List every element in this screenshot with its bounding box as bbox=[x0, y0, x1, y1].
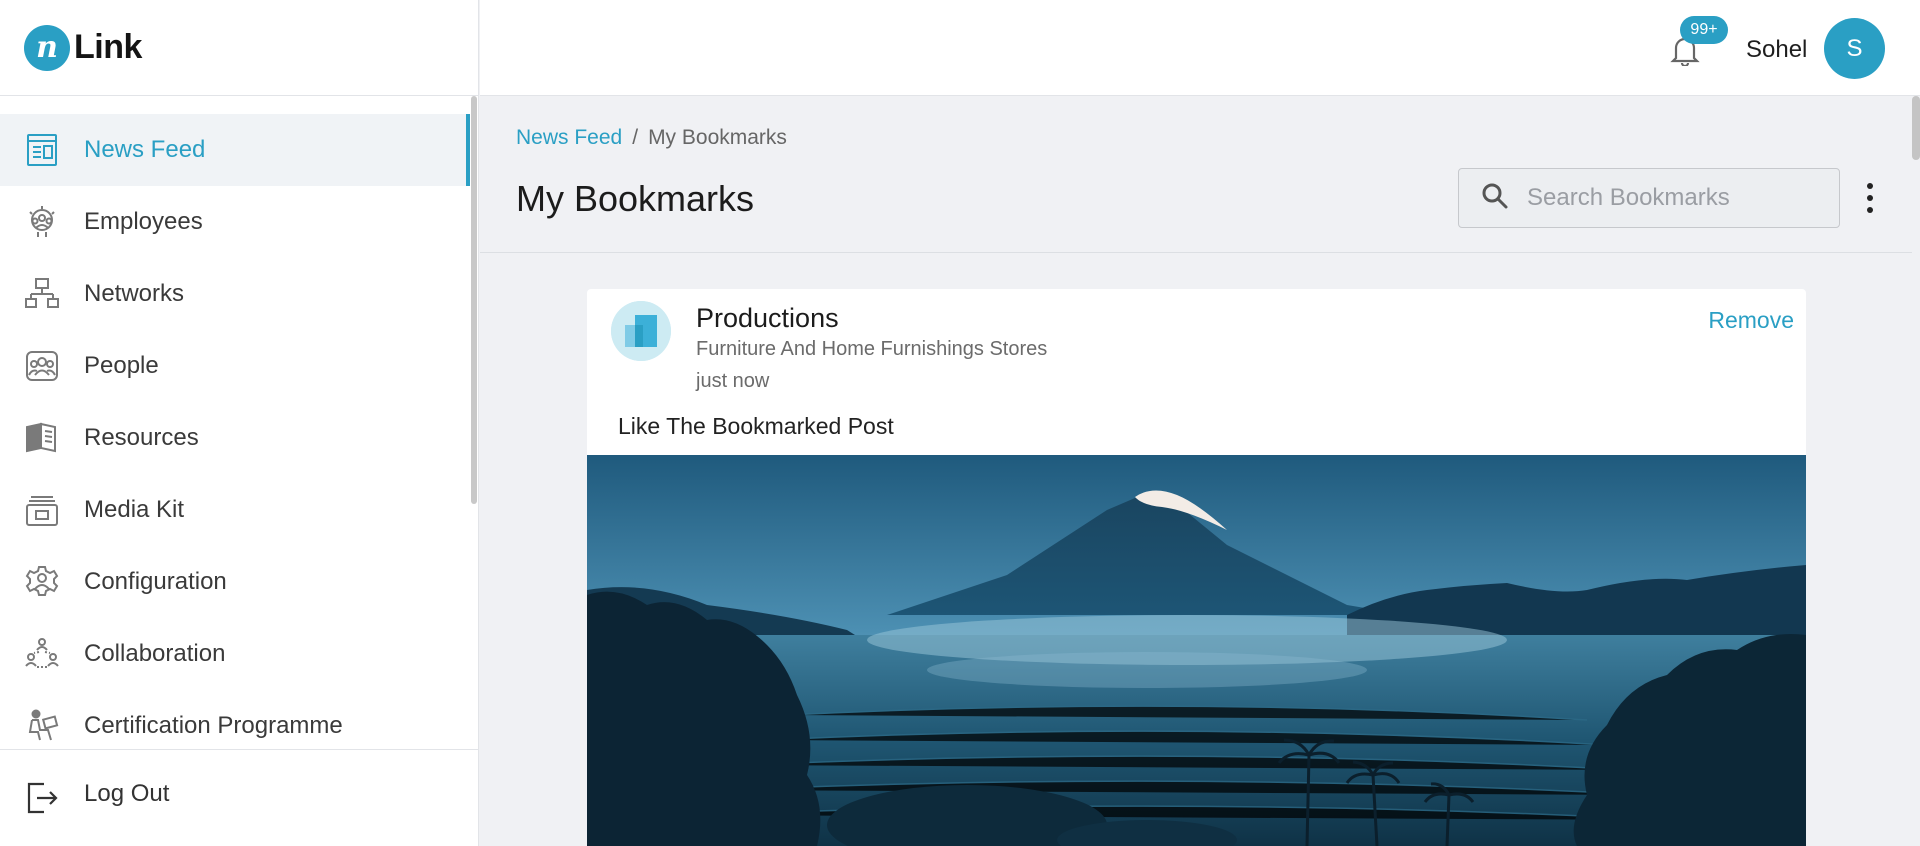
post-image[interactable] bbox=[587, 455, 1806, 846]
sidebar-item-news-feed[interactable]: News Feed bbox=[0, 114, 470, 186]
certification-icon bbox=[24, 708, 60, 744]
sidebar-item-configuration[interactable]: Configuration bbox=[0, 546, 470, 618]
sidebar-item-label: Configuration bbox=[84, 568, 227, 595]
sidebar-item-people[interactable]: People bbox=[0, 330, 470, 402]
post-time: just now bbox=[696, 370, 770, 392]
networks-icon bbox=[24, 276, 60, 312]
sidebar-item-resources[interactable]: Resources bbox=[0, 402, 470, 474]
header-divider bbox=[480, 252, 1912, 253]
logo-mark: n bbox=[24, 24, 70, 71]
username[interactable]: Sohel bbox=[1746, 36, 1807, 64]
search-box[interactable] bbox=[1458, 168, 1840, 228]
search-icon bbox=[1481, 182, 1509, 215]
gear-icon bbox=[24, 564, 60, 600]
sidebar-item-label: Certification Programme bbox=[84, 712, 343, 739]
page-title: My Bookmarks bbox=[516, 178, 755, 219]
logout-button[interactable]: Log Out bbox=[0, 749, 478, 846]
notification-badge: 99+ bbox=[1680, 16, 1728, 44]
logo-text: Link bbox=[74, 28, 142, 66]
search-input[interactable] bbox=[1527, 184, 1827, 212]
breadcrumb: News Feed / My Bookmarks bbox=[516, 126, 787, 150]
sidebar-item-label: Resources bbox=[84, 424, 199, 451]
sidebar-scrollbar[interactable] bbox=[471, 96, 477, 504]
sidebar-item-employees[interactable]: Employees bbox=[0, 186, 470, 258]
news-feed-icon bbox=[24, 132, 60, 168]
logout-icon bbox=[24, 780, 60, 816]
sidebar-item-label: Networks bbox=[84, 280, 185, 307]
sidebar-item-label: Media Kit bbox=[84, 496, 185, 523]
resources-icon bbox=[24, 420, 60, 456]
org-name[interactable]: Productions bbox=[696, 303, 839, 334]
people-icon bbox=[24, 348, 60, 384]
media-kit-icon bbox=[24, 492, 60, 528]
breadcrumb-separator: / bbox=[632, 126, 639, 149]
main-scrollbar[interactable] bbox=[1912, 96, 1920, 160]
breadcrumb-current: My Bookmarks bbox=[648, 126, 787, 149]
sidebar-item-label: News Feed bbox=[84, 136, 206, 163]
sidebar-item-label: Employees bbox=[84, 208, 203, 235]
logout-label: Log Out bbox=[84, 780, 170, 807]
top-bar: 99+ Sohel S bbox=[480, 0, 1920, 96]
sidebar: n Link News Feed Employees Networks Peop… bbox=[0, 0, 479, 846]
post-text: Like The Bookmarked Post bbox=[618, 413, 894, 439]
collaboration-icon bbox=[24, 636, 60, 672]
sidebar-item-label: People bbox=[84, 352, 159, 379]
logo[interactable]: n Link bbox=[0, 0, 478, 96]
org-logo[interactable] bbox=[611, 301, 671, 361]
bookmark-card: Productions Furniture And Home Furnishin… bbox=[587, 289, 1806, 846]
more-options-icon[interactable] bbox=[1862, 183, 1878, 213]
avatar[interactable]: S bbox=[1824, 18, 1885, 79]
sidebar-item-networks[interactable]: Networks bbox=[0, 258, 470, 330]
remove-bookmark-button[interactable]: Remove bbox=[1708, 307, 1794, 334]
org-industry: Furniture And Home Furnishings Stores bbox=[696, 338, 1048, 360]
sidebar-item-collaboration[interactable]: Collaboration bbox=[0, 618, 470, 690]
sidebar-nav: News Feed Employees Networks People Reso… bbox=[0, 114, 470, 762]
sidebar-item-label: Collaboration bbox=[84, 640, 226, 667]
sidebar-item-media-kit[interactable]: Media Kit bbox=[0, 474, 470, 546]
breadcrumb-news-feed-link[interactable]: News Feed bbox=[516, 126, 622, 149]
employees-icon bbox=[24, 204, 60, 240]
